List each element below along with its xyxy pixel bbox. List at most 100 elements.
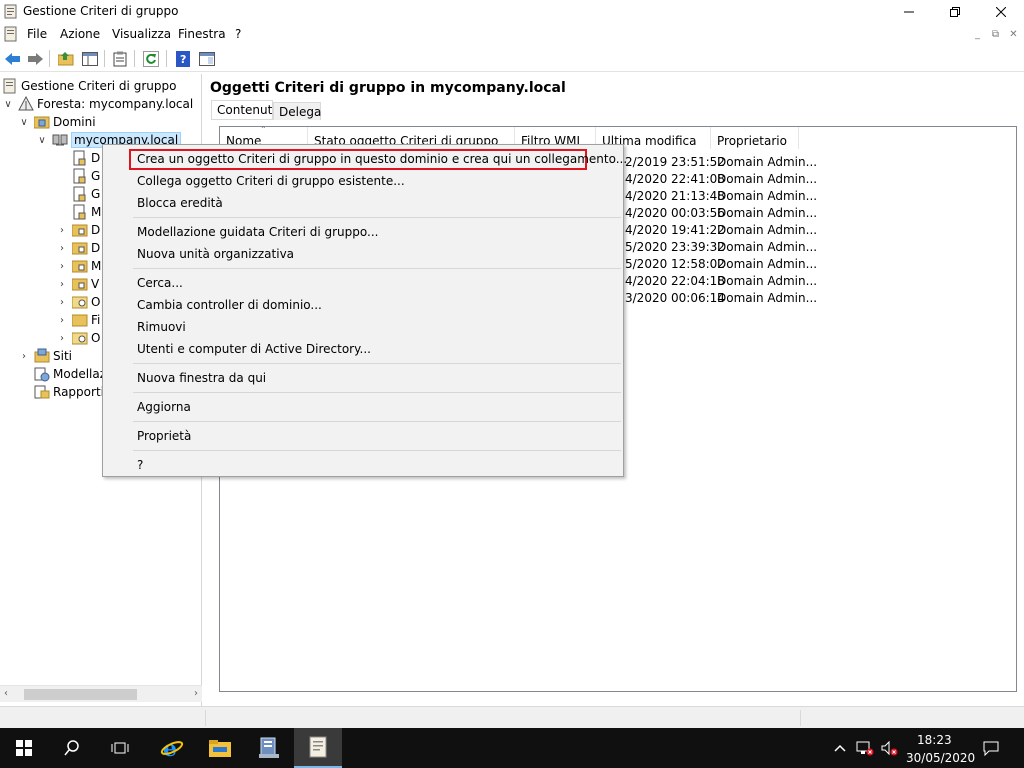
tree-ou[interactable]: › V [56,275,99,293]
properties-view-icon[interactable] [197,49,217,69]
tree-starter-gpos[interactable]: › O [56,329,100,347]
menu-item-remove[interactable]: Rimuovi [137,320,186,334]
menu-item-new-window[interactable]: Nuova finestra da qui [137,371,266,385]
menu-item-ad-users-computers[interactable]: Utenti e computer di Active Directory... [137,342,371,356]
expand-chevron-icon[interactable]: › [18,350,30,362]
expand-chevron-icon[interactable]: › [56,278,68,290]
menu-item-block-inheritance[interactable]: Blocca eredità [137,196,223,210]
modeling-icon [34,366,50,382]
collapse-chevron-icon[interactable]: ∨ [18,116,30,128]
restore-button[interactable] [932,0,978,23]
row-owner: Domain Admin... [717,257,818,271]
menu-item-search[interactable]: Cerca... [137,276,183,290]
tree-domains[interactable]: ∨ Domini [18,113,95,131]
column-header-proprietario[interactable]: Proprietario [711,127,799,149]
row-owner: Domain Admin... [717,172,818,186]
start-windows-icon[interactable] [0,728,48,768]
gpo-link-icon [72,168,88,184]
row-owner: Domain Admin... [717,223,818,237]
tree-ou[interactable]: › D [56,239,100,257]
sort-ascending-icon: ⌃ [260,125,267,134]
file-explorer-icon[interactable] [196,728,244,768]
tree-sites[interactable]: › Siti [18,347,72,365]
menu-help[interactable]: ? [235,27,241,41]
tree-gpo-link[interactable]: D [72,149,100,167]
gpmc-taskbar-icon[interactable] [294,728,342,768]
help-icon[interactable]: ? [173,49,193,69]
menu-item-create-gpo-link[interactable]: Crea un oggetto Criteri di gruppo in que… [137,152,627,166]
task-view-icon[interactable] [96,728,144,768]
menu-separator [133,363,621,364]
tree-gpo-container[interactable]: › O [56,293,100,311]
row-modified: 4/2020 19:41:22 [625,223,725,237]
show-hidden-icons-chevron-icon[interactable] [830,728,850,768]
search-icon[interactable] [48,728,96,768]
menu-item-help[interactable]: ? [137,458,143,472]
tree-horizontal-scrollbar[interactable]: ‹ › [0,685,202,702]
minimize-button[interactable] [886,0,932,23]
tab-contenuto[interactable]: Contenuto [211,100,280,120]
menu-bar: File Azione Visualizza Finestra ? _ ⧉ ✕ [0,23,1024,45]
internet-explorer-icon[interactable]: e [148,728,196,768]
tree-forest-label: Foresta: mycompany.local [37,97,194,111]
tab-delega[interactable]: Delega [273,102,321,120]
show-hide-tree-icon[interactable] [80,49,100,69]
menu-azione[interactable]: Azione [60,27,100,41]
gpo-folder-icon [72,294,88,310]
tree-modeling[interactable]: Modellaz [34,365,106,383]
menu-visualizza[interactable]: Visualizza [112,27,171,41]
menu-item-link-existing-gpo[interactable]: Collega oggetto Criteri di gruppo esiste… [137,174,405,188]
network-icon[interactable] [854,728,876,768]
tree-ou[interactable]: › D [56,221,100,239]
mdi-minimize-icon[interactable]: _ [970,28,985,41]
tree-gpo-link[interactable]: M [72,203,101,221]
expand-chevron-icon[interactable]: › [56,314,68,326]
volume-muted-icon[interactable] [878,728,900,768]
menu-item-properties[interactable]: Proprietà [137,429,191,443]
domains-folder-icon [34,114,50,130]
collapse-chevron-icon[interactable]: ∨ [36,134,48,146]
tree-results[interactable]: Rapporti [34,383,104,401]
results-icon [34,384,50,400]
expand-chevron-icon[interactable]: › [56,224,68,236]
menu-finestra[interactable]: Finestra [178,27,226,41]
forward-arrow-icon[interactable] [25,49,45,69]
expand-chevron-icon[interactable]: › [56,296,68,308]
back-arrow-icon[interactable] [3,49,23,69]
menu-item-change-dc[interactable]: Cambia controller di dominio... [137,298,322,312]
menu-item-new-ou[interactable]: Nuova unità organizzativa [137,247,294,261]
tree-gpo-link[interactable]: G [72,185,100,203]
sites-icon [34,348,50,364]
refresh-icon[interactable] [141,49,161,69]
tree-forest[interactable]: ∨ Foresta: mycompany.local [2,95,193,113]
expand-chevron-icon[interactable]: › [56,260,68,272]
menu-item-modeling-wizard[interactable]: Modellazione guidata Criteri di gruppo..… [137,225,378,239]
document-icon[interactable] [4,26,18,42]
row-owner: Domain Admin... [717,189,818,203]
menu-file[interactable]: File [27,27,47,41]
collapse-chevron-icon[interactable]: ∨ [2,98,14,110]
tree-ou[interactable]: › M [56,257,101,275]
server-manager-icon[interactable] [245,728,293,768]
scrollbar-thumb[interactable] [24,689,137,700]
menu-item-refresh[interactable]: Aggiorna [137,400,191,414]
scroll-left-icon[interactable]: ‹ [4,688,8,699]
tree-wmi-filters[interactable]: › Fi [56,311,100,329]
notifications-icon[interactable] [976,728,1006,768]
mdi-close-icon[interactable]: ✕ [1006,28,1021,41]
tree-root[interactable]: Gestione Criteri di gruppo [2,77,176,95]
up-folder-icon[interactable] [56,49,76,69]
gpmc-root-icon [2,78,18,94]
clock-time[interactable]: 18:23 [917,733,952,747]
close-button[interactable] [978,0,1024,23]
gpmc-app-icon [4,4,18,19]
clipboard-icon[interactable] [110,49,130,69]
tree-gpo-link[interactable]: G [72,167,100,185]
wmi-folder-icon [72,312,88,328]
scroll-right-icon[interactable]: › [194,688,198,699]
clock-date[interactable]: 30/05/2020 [906,751,975,765]
gpo-link-icon [72,204,88,220]
mdi-restore-icon[interactable]: ⧉ [988,28,1003,41]
expand-chevron-icon[interactable]: › [56,332,68,344]
expand-chevron-icon[interactable]: › [56,242,68,254]
